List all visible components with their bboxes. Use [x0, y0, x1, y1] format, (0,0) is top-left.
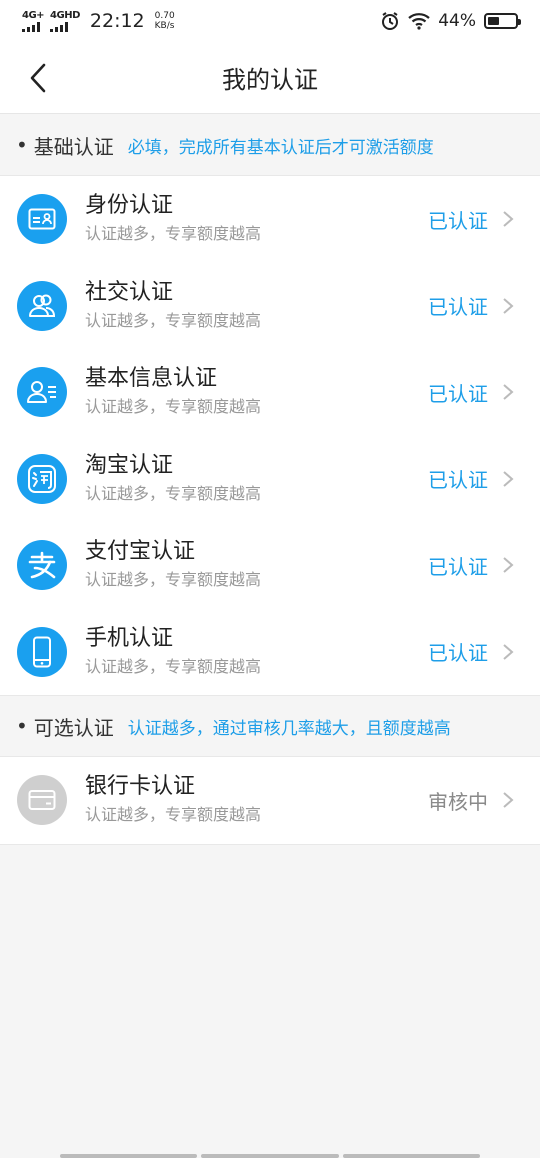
chevron-right-icon: [503, 643, 514, 660]
item-title: 银行卡认证: [85, 774, 196, 800]
item-subtitle: 认证越多，专享额度越高: [85, 310, 262, 330]
basic-section-desc: 必填，完成所有基本认证后才可激活额度: [127, 137, 434, 158]
item-title: 支付宝认证: [85, 539, 196, 565]
item-subtitle: 认证越多，专享额度越高: [85, 483, 262, 503]
back-button[interactable]: [28, 60, 58, 96]
battery-percent: 44%: [438, 11, 476, 31]
signal-bars-icon: [22, 21, 40, 32]
status-badge: 已认证: [428, 381, 488, 406]
list-item-social[interactable]: 社交认证 认证越多，专享额度越高 已认证: [0, 263, 540, 350]
id-card-icon: [17, 194, 67, 245]
basic-section-header: • 基础认证 必填，完成所有基本认证后才可激活额度: [0, 115, 540, 175]
chevron-right-icon: [503, 792, 514, 809]
speed-unit: KB/s: [154, 21, 175, 31]
basic-section-title: 基础认证: [33, 134, 114, 159]
list-item-alipay[interactable]: 支付宝认证 认证越多，专享额度越高 已认证: [0, 522, 540, 609]
item-title: 淘宝认证: [85, 452, 174, 478]
item-title: 手机认证: [85, 625, 174, 651]
chevron-right-icon: [503, 470, 514, 487]
item-subtitle: 认证越多，专享额度越高: [85, 224, 262, 244]
chevron-right-icon: [503, 297, 514, 314]
item-subtitle: 认证越多，专享额度越高: [85, 805, 262, 825]
network-type-2: 4GHD: [50, 9, 80, 21]
list-item-bank-card[interactable]: 银行卡认证 认证越多，专享额度越高 审核中: [0, 757, 540, 844]
alipay-icon: [17, 540, 67, 591]
chevron-right-icon: [503, 211, 514, 228]
contacts-icon: [17, 280, 67, 331]
clock: 22:12: [89, 10, 145, 32]
bullet-icon: •: [16, 133, 28, 157]
signal-2: 4GHD: [50, 9, 80, 32]
bank-card-icon: [17, 775, 67, 826]
wifi-icon: [408, 13, 430, 30]
basic-list: 身份认证 认证越多，专享额度越高 已认证 社交认证 认证越多，专享额度越高 已认…: [0, 175, 540, 696]
chevron-left-icon: [30, 63, 46, 93]
item-subtitle: 认证越多，专享额度越高: [85, 656, 262, 676]
list-item-identity[interactable]: 身份认证 认证越多，专享额度越高 已认证: [0, 176, 540, 263]
status-badge: 已认证: [428, 554, 488, 579]
optional-list: 银行卡认证 认证越多，专享额度越高 审核中: [0, 756, 540, 845]
status-badge: 已认证: [428, 295, 488, 320]
taobao-icon: [17, 453, 67, 504]
phone-icon: [17, 626, 67, 677]
user-info-icon: [17, 367, 67, 418]
list-item-phone[interactable]: 手机认证 认证越多，专享额度越高 已认证: [0, 609, 540, 696]
item-subtitle: 认证越多，专享额度越高: [85, 570, 262, 590]
signal-bars-icon: [50, 21, 69, 32]
item-title: 社交认证: [85, 279, 174, 305]
network-speed: 0.70 KB/s: [155, 11, 175, 31]
status-badge: 审核中: [428, 789, 488, 814]
list-item-basic-info[interactable]: 基本信息认证 认证越多，专享额度越高 已认证: [0, 349, 540, 436]
page-title: 我的认证: [222, 66, 318, 94]
gesture-bar: [60, 1154, 480, 1158]
alarm-icon: [382, 12, 399, 30]
item-subtitle: 认证越多，专享额度越高: [85, 397, 262, 417]
network-type-1: 4G+: [22, 9, 45, 21]
battery-fill: [488, 17, 500, 25]
chevron-right-icon: [503, 384, 514, 401]
item-title: 身份认证: [85, 193, 174, 219]
status-badge: 已认证: [428, 208, 488, 233]
battery-icon: [484, 13, 521, 29]
status-badge: 已认证: [428, 468, 488, 493]
bullet-icon: •: [16, 714, 28, 738]
nav-bar: 我的认证: [0, 42, 540, 114]
signal-1: 4G+: [22, 9, 45, 32]
status-bar: 4G+ 4GHD 22:12 0.70 KB/s 44%: [0, 0, 540, 42]
optional-section-header: • 可选认证 认证越多，通过审核几率越大，且额度越高: [0, 696, 540, 756]
chevron-right-icon: [503, 557, 514, 574]
list-item-taobao[interactable]: 淘宝认证 认证越多，专享额度越高 已认证: [0, 436, 540, 523]
status-badge: 已认证: [428, 641, 488, 666]
optional-section-desc: 认证越多，通过审核几率越大，且额度越高: [127, 718, 451, 739]
item-title: 基本信息认证: [85, 366, 218, 392]
speed-value: 0.70: [154, 11, 175, 21]
optional-section-title: 可选认证: [33, 715, 114, 740]
